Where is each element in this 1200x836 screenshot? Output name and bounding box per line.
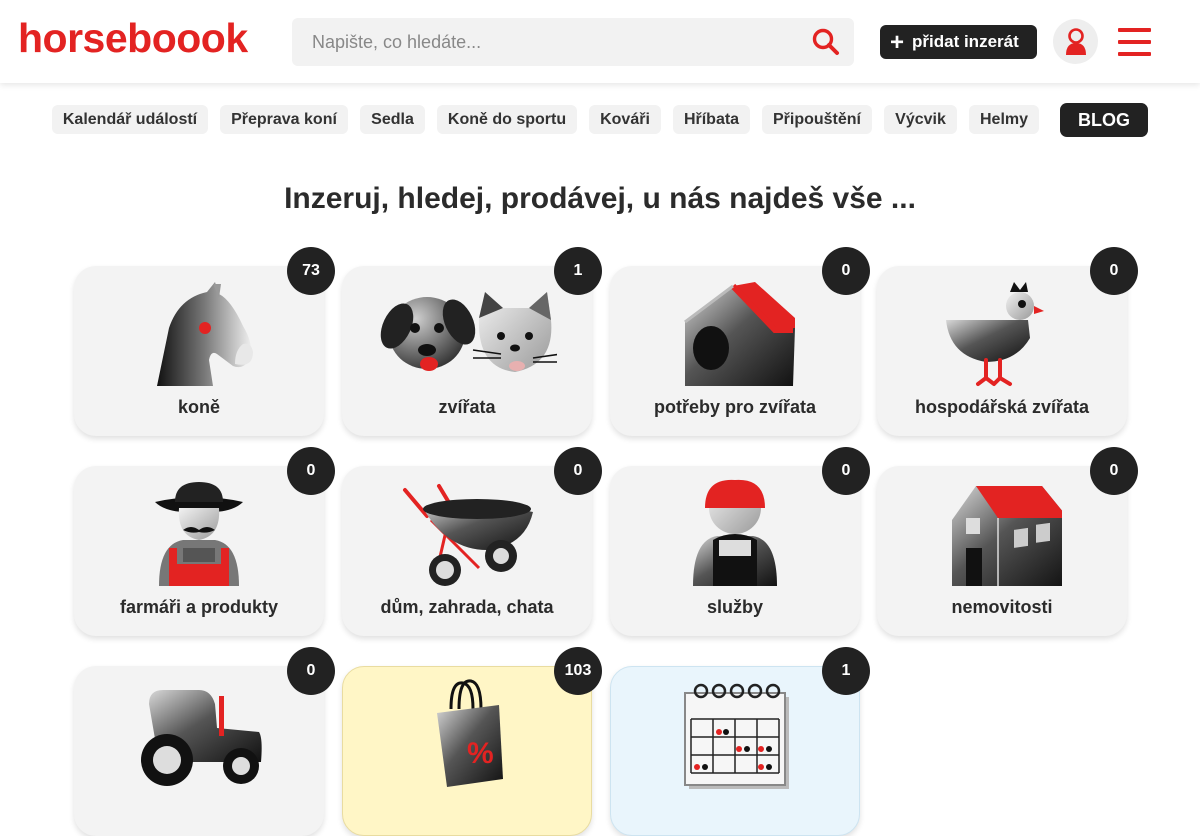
search-input[interactable]: [292, 18, 792, 66]
card-label: služby: [706, 597, 763, 617]
add-listing-button[interactable]: + přidat inzerát: [880, 25, 1037, 59]
pill-helmets[interactable]: Helmy: [969, 105, 1039, 134]
category-card-animals[interactable]: zvířata: [342, 266, 592, 436]
wheelbarrow-icon: [342, 478, 592, 590]
category-card-events[interactable]: [610, 666, 860, 836]
count-badge: 0: [822, 447, 870, 495]
pill-calendar[interactable]: Kalendář událostí: [52, 105, 208, 134]
dog-cat-icon: [342, 278, 592, 390]
horse-icon: [74, 278, 324, 390]
pill-transport[interactable]: Přeprava koní: [220, 105, 348, 134]
card-label: nemovitosti: [951, 597, 1053, 617]
site-header: horseboook + přidat inzerát: [0, 0, 1200, 83]
shopping-bag-icon: %: [343, 679, 591, 791]
add-listing-label: přidat inzerát: [912, 32, 1019, 51]
category-card-services[interactable]: služby: [610, 466, 860, 636]
calendar-icon: [611, 679, 859, 791]
hamburger-menu-icon[interactable]: [1118, 26, 1152, 58]
pill-saddles[interactable]: Sedla: [360, 105, 425, 134]
plus-icon: +: [890, 28, 905, 56]
house-icon: [877, 478, 1127, 590]
worker-icon: [610, 478, 860, 590]
card-label: koně: [177, 397, 220, 417]
card-label: dům, zahrada, chata: [380, 597, 554, 617]
tractor-icon: [74, 678, 324, 790]
count-badge: 0: [1090, 247, 1138, 295]
category-card-animal-supplies[interactable]: potřeby pro zvířata: [610, 266, 860, 436]
count-badge: 1: [554, 247, 602, 295]
logo[interactable]: horseboook: [18, 18, 248, 59]
user-icon: [1065, 27, 1086, 55]
search-bar: [292, 18, 854, 66]
pill-sport-horses[interactable]: Koně do sportu: [437, 105, 577, 134]
card-label: zvířata: [438, 397, 496, 417]
pill-training[interactable]: Výcvik: [884, 105, 957, 134]
category-card-horses[interactable]: koně: [74, 266, 324, 436]
kennel-icon: [610, 278, 860, 390]
page-headline: Inzeruj, hledej, prodávej, u nás najdeš …: [284, 182, 916, 215]
category-card-farmers[interactable]: farmáři a produkty: [74, 466, 324, 636]
category-card-real-estate[interactable]: nemovitosti: [877, 466, 1127, 636]
count-badge: 0: [822, 247, 870, 295]
search-icon[interactable]: [812, 28, 842, 56]
count-badge: 1: [822, 647, 870, 695]
category-card-home-garden[interactable]: dům, zahrada, chata: [342, 466, 592, 636]
svg-text:%: %: [467, 737, 494, 770]
hen-icon: [877, 278, 1127, 390]
user-account-button[interactable]: [1053, 19, 1098, 64]
pill-farriers[interactable]: Kováři: [589, 105, 661, 134]
pill-foals[interactable]: Hříbata: [673, 105, 750, 134]
count-badge: 73: [287, 247, 335, 295]
category-card-sale[interactable]: %: [342, 666, 592, 836]
count-badge: 0: [554, 447, 602, 495]
count-badge: 0: [287, 447, 335, 495]
card-label: potřeby pro zvířata: [653, 397, 817, 417]
blog-button[interactable]: BLOG: [1060, 103, 1148, 137]
card-label: hospodářská zvířata: [914, 397, 1090, 417]
pill-breeding[interactable]: Připouštění: [762, 105, 872, 134]
card-label: farmáři a produkty: [119, 597, 279, 617]
category-card-farm-animals[interactable]: hospodářská zvířata: [877, 266, 1127, 436]
farmer-icon: [74, 478, 324, 590]
category-card-machinery[interactable]: [74, 666, 324, 836]
count-badge: 0: [287, 647, 335, 695]
count-badge: 103: [554, 647, 602, 695]
count-badge: 0: [1090, 447, 1138, 495]
